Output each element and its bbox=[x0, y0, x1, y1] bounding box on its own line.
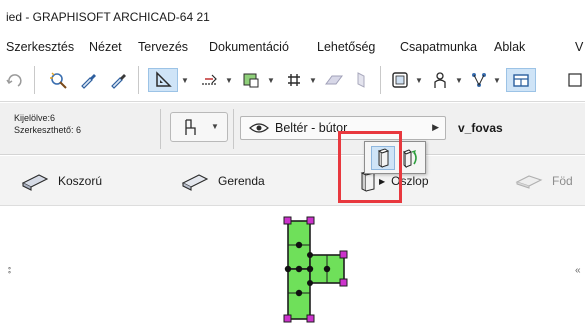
window-title: ied - GRAPHISOFT ARCHICAD-64 21 bbox=[6, 10, 210, 24]
grid-snap-icon[interactable] bbox=[282, 68, 306, 92]
toolbar-separator bbox=[138, 66, 139, 94]
dimension-icon[interactable] bbox=[196, 68, 222, 92]
window-icon[interactable] bbox=[506, 68, 536, 92]
favorites-button[interactable]: ▼ bbox=[170, 112, 228, 142]
layer-name: v_fovas bbox=[458, 121, 503, 135]
chevron-down-icon[interactable]: ▼ bbox=[224, 68, 234, 92]
menu-item-edit[interactable]: Szerkesztés bbox=[6, 40, 74, 54]
right-edge-marker: « bbox=[575, 265, 581, 276]
menu-item-options[interactable]: Lehetőség bbox=[317, 40, 375, 54]
menu-item-documentation[interactable]: Dokumentáció bbox=[209, 40, 289, 54]
layer-shape-icon[interactable] bbox=[350, 68, 372, 92]
chevron-down-icon[interactable]: ▼ bbox=[266, 68, 276, 92]
tool-label: Föd bbox=[552, 174, 573, 188]
menu-item-view[interactable]: Nézet bbox=[89, 40, 122, 54]
menu-bar: Szerkesztés Nézet Tervezés Dokumentáció … bbox=[0, 34, 585, 58]
triangle-tool-icon[interactable] bbox=[148, 68, 178, 92]
slab-icon bbox=[515, 175, 543, 189]
eyedropper-icon[interactable] bbox=[76, 68, 100, 92]
tool-gerenda[interactable]: Gerenda bbox=[180, 168, 265, 194]
standard-toolbar: ▼ ▼ ▼ ▼ ▼ ▼ ▼ bbox=[0, 58, 585, 102]
menu-item-window[interactable]: Ablak bbox=[494, 40, 525, 54]
beam-icon bbox=[181, 174, 209, 191]
selection-stats: Kijelölve:6 Szerkeszthető: 6 bbox=[14, 112, 81, 136]
magic-wand-icon[interactable] bbox=[46, 68, 70, 92]
chevron-down-icon[interactable]: ▼ bbox=[492, 68, 502, 92]
chevron-down-icon[interactable]: ▼ bbox=[454, 68, 464, 92]
eyedropper-icon[interactable] bbox=[106, 68, 130, 92]
beam-icon bbox=[21, 174, 49, 191]
column-shape[interactable] bbox=[268, 213, 360, 331]
eye-icon bbox=[249, 123, 269, 133]
menu-item-design[interactable]: Tervezés bbox=[138, 40, 188, 54]
chair-icon bbox=[185, 119, 196, 135]
plane-icon[interactable] bbox=[322, 68, 346, 92]
selected-count: Kijelölve:6 bbox=[14, 113, 56, 123]
view-frame-icon[interactable] bbox=[388, 68, 412, 92]
person-icon[interactable] bbox=[428, 68, 452, 92]
marquee-icon[interactable] bbox=[238, 68, 264, 92]
chevron-down-icon[interactable]: ▼ bbox=[211, 122, 219, 131]
chevron-down-icon[interactable]: ▼ bbox=[308, 68, 318, 92]
toolbox-row: Koszorú Gerenda ▶ Oszlop Föd bbox=[0, 156, 585, 206]
toolbar-separator bbox=[380, 66, 381, 94]
slanted-column-icon bbox=[403, 149, 417, 168]
menu-item-teamwork[interactable]: Csapatmunka bbox=[400, 40, 477, 54]
network-icon[interactable] bbox=[468, 68, 490, 92]
chevron-down-icon[interactable]: ▼ bbox=[414, 68, 424, 92]
chevron-right-icon: ▶ bbox=[432, 122, 439, 132]
drawing-canvas[interactable]: ⦂ « bbox=[0, 207, 585, 334]
layer-label: Beltér - bútor bbox=[275, 121, 348, 135]
highlight-outline bbox=[338, 131, 402, 203]
info-box: Kijelölve:6 Szerkeszthető: 6 ▼ Beltér - … bbox=[0, 103, 585, 155]
menu-item-help[interactable]: V bbox=[575, 40, 583, 54]
tool-label: Gerenda bbox=[218, 174, 265, 188]
editable-count: Szerkeszthető: 6 bbox=[14, 125, 82, 135]
tool-fodem[interactable]: Föd bbox=[514, 168, 573, 194]
left-edge-marker: ⦂ bbox=[8, 265, 11, 276]
chevron-down-icon[interactable]: ▼ bbox=[180, 68, 190, 92]
info-separator bbox=[160, 109, 161, 149]
toolbar-separator bbox=[34, 66, 35, 94]
rotate-icon[interactable] bbox=[4, 68, 26, 92]
info-separator bbox=[233, 109, 234, 149]
title-bar: ied - GRAPHISOFT ARCHICAD-64 21 bbox=[0, 0, 585, 34]
tool-label: Koszorú bbox=[58, 174, 103, 188]
window-icon[interactable] bbox=[566, 68, 584, 92]
tool-koszoru[interactable]: Koszorú bbox=[20, 168, 102, 194]
